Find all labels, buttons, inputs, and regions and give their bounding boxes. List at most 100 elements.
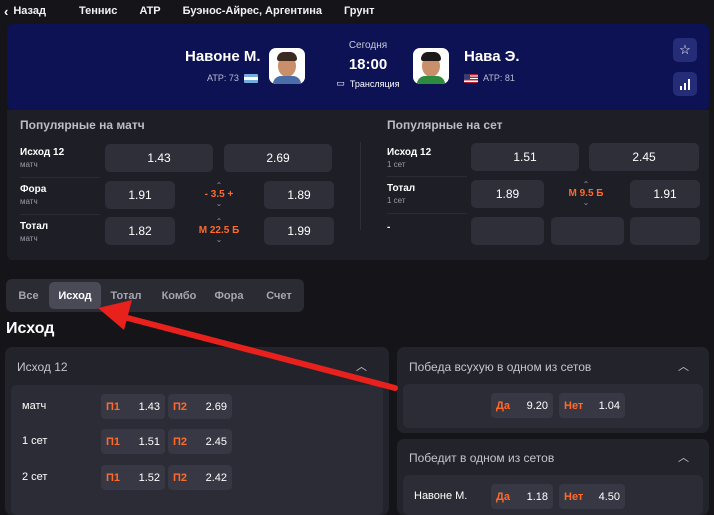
stream-link[interactable]: ▭ Трансляция: [325, 78, 411, 89]
odd-button[interactable]: 1.89: [264, 181, 334, 209]
odd-button[interactable]: 1.99: [264, 217, 334, 245]
popular-set-row-label: Исход 12 1 сет: [387, 147, 431, 169]
star-icon: ☆: [679, 42, 691, 57]
outcome-label: П2: [173, 435, 188, 448]
player1-rank: ATP: 73: [207, 73, 258, 83]
row-subtitle: матч: [20, 197, 38, 206]
row-divider: [20, 177, 100, 178]
odd-pill[interactable]: П1 1.51: [101, 429, 165, 454]
odd-button[interactable]: 2.69: [224, 144, 332, 172]
outcome-label: Да: [496, 399, 510, 412]
odd-pill[interactable]: П2 2.45: [168, 429, 232, 454]
player2-rank: ATP: 81: [464, 73, 515, 83]
odd-button[interactable]: 1.43: [105, 144, 213, 172]
outcome-label: П2: [173, 400, 188, 413]
odd-value: 1.52: [138, 471, 160, 484]
popular-match-title: Популярные на матч: [20, 118, 145, 132]
tab-score[interactable]: Счет: [257, 282, 301, 309]
row-subtitle: матч: [20, 234, 38, 243]
row-divider: [20, 214, 100, 215]
usa-flag-icon: [464, 73, 478, 83]
section-heading: Исход: [6, 320, 55, 337]
total-line-selector[interactable]: ⌃ М 22.5 Б ⌄: [191, 218, 247, 244]
market-outcome12: Исход 12 ︿ матч П1 1.43 П2 2.69 1 сет П1…: [5, 347, 389, 515]
breadcrumb-tour[interactable]: ATP: [139, 5, 160, 17]
odd-value: 1.04: [598, 399, 620, 412]
column-divider: [360, 142, 361, 230]
tab-outcome[interactable]: Исход: [49, 282, 101, 309]
chevron-up-icon: ⌃: [215, 181, 223, 190]
market-title: Победа всухую в одном из сетов: [409, 360, 592, 374]
back-button[interactable]: ‹ Назад: [4, 4, 46, 19]
odd-button[interactable]: 1.91: [630, 180, 700, 208]
row-subtitle: 1 сет: [387, 196, 406, 205]
favorite-button[interactable]: ☆: [673, 38, 697, 62]
tab-handicap[interactable]: Фора: [206, 282, 252, 309]
odd-value: 2.45: [205, 435, 227, 448]
popular-match-row-label: Исход 12 матч: [20, 147, 64, 169]
top-nav: ‹ Назад Теннис ATP Буэнос-Айрес, Аргенти…: [0, 0, 714, 22]
chevron-down-icon: ⌄: [582, 198, 590, 207]
odd-pill[interactable]: Да 9.20: [491, 393, 553, 418]
total-line-selector[interactable]: ⌃ М 9.5 Б ⌄: [561, 181, 611, 207]
odd-pill[interactable]: П2 2.42: [168, 465, 232, 490]
odd-button[interactable]: 1.82: [105, 217, 175, 245]
popular-set-title: Популярные на сет: [387, 118, 503, 132]
odd-button[interactable]: 1.91: [105, 181, 175, 209]
popular-match-row-label: Фора матч: [20, 184, 46, 206]
chevron-up-icon[interactable]: ︿: [356, 358, 367, 374]
odd-pill[interactable]: П2 2.69: [168, 394, 232, 419]
odd-pill[interactable]: П1 1.52: [101, 465, 165, 490]
market-row-label: Навоне М.: [414, 490, 468, 502]
tab-combo[interactable]: Комбо: [155, 282, 203, 309]
odd-button-empty[interactable]: [551, 217, 624, 245]
market-body: Навоне М. Да 1.18 Нет 4.50: [403, 475, 703, 515]
odd-value: 2.69: [205, 400, 227, 413]
tv-icon: ▭: [336, 78, 345, 88]
chevron-up-icon[interactable]: ︿: [678, 449, 689, 465]
market-straight-set-win: Победа всухую в одном из сетов ︿ Да 9.20…: [397, 347, 709, 433]
stats-button[interactable]: [673, 72, 697, 96]
match-header: Навоне М. ATP: 73 Сегодня 18:00 ▭ Трансл…: [7, 24, 709, 110]
outcome-label: П1: [106, 435, 121, 448]
outcome-label: П1: [106, 400, 121, 413]
row-title: -: [387, 222, 391, 233]
outcome-label: Нет: [564, 399, 584, 412]
player1-rank-text: ATP: 73: [207, 73, 239, 83]
breadcrumb-sport[interactable]: Теннис: [79, 5, 117, 17]
breadcrumb-surface[interactable]: Грунт: [344, 5, 375, 17]
chevron-down-icon: ⌄: [215, 235, 223, 244]
odd-pill[interactable]: П1 1.43: [101, 394, 165, 419]
odd-button[interactable]: 1.89: [471, 180, 544, 208]
odd-value: 9.20: [526, 399, 548, 412]
popular-set-row-label: -: [387, 222, 390, 233]
market-tabs: Все Исход Тотал Комбо Фора Счет: [6, 279, 304, 312]
player1-avatar: [269, 48, 305, 84]
popular-match-row-label: Тотал матч: [20, 221, 48, 243]
chevron-up-icon[interactable]: ︿: [678, 358, 689, 374]
breadcrumb-tournament[interactable]: Буэнос-Айрес, Аргентина: [183, 5, 322, 17]
outcome-label: Нет: [564, 490, 584, 503]
argentina-flag-icon: [243, 73, 258, 83]
popular-set-row-label: Тотал 1 сет: [387, 183, 415, 205]
odd-pill[interactable]: Нет 1.04: [559, 393, 625, 418]
odd-button[interactable]: 1.51: [471, 143, 579, 171]
market-title: Исход 12: [17, 360, 68, 374]
player2-rank-text: ATP: 81: [483, 73, 515, 83]
odd-value: 1.43: [138, 400, 160, 413]
tab-total[interactable]: Тотал: [103, 282, 149, 309]
row-title: Тотал: [20, 221, 49, 232]
odd-button-empty[interactable]: [630, 217, 700, 245]
odd-pill[interactable]: Нет 4.50: [559, 484, 625, 509]
handicap-selector[interactable]: ⌃ - 3.5 + ⌄: [194, 181, 244, 208]
row-divider: [387, 176, 467, 177]
row-divider: [387, 213, 467, 214]
tab-all[interactable]: Все: [10, 282, 47, 309]
market-title: Победит в одном из сетов: [409, 451, 555, 465]
odd-button[interactable]: 2.45: [589, 143, 699, 171]
chevron-left-icon: ‹: [4, 3, 9, 19]
row-subtitle: 1 сет: [387, 160, 406, 169]
odd-value: 2.42: [205, 471, 227, 484]
odd-pill[interactable]: Да 1.18: [491, 484, 553, 509]
odd-button-empty[interactable]: [471, 217, 544, 245]
